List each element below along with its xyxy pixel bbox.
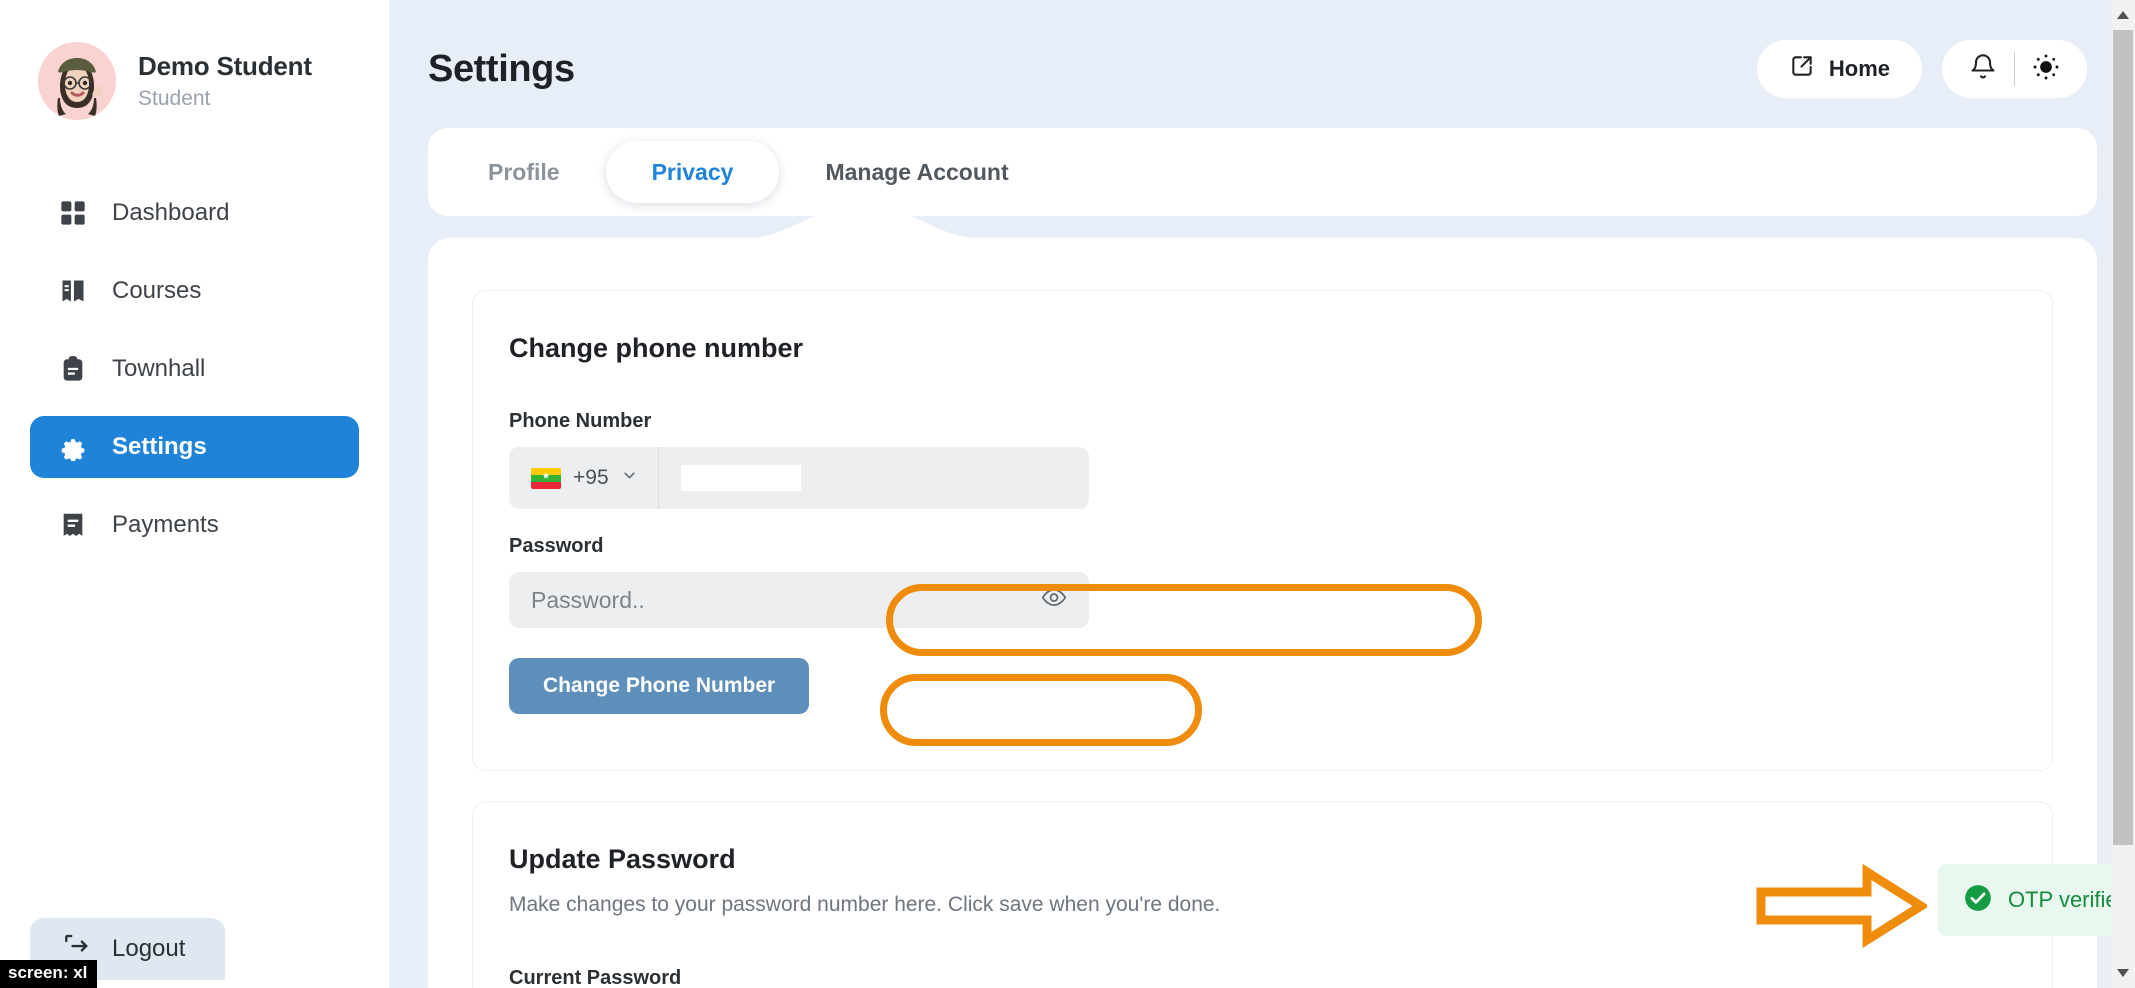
topbar: Settings Home (390, 0, 2135, 108)
country-code-value: +95 (573, 466, 609, 489)
app-root: Demo Student Student Dashboard Courses T… (0, 0, 2135, 988)
sidebar-item-settings[interactable]: Settings (30, 416, 359, 478)
password-field-wrap: Password.. (509, 572, 1089, 628)
sidebar-profile[interactable]: Demo Student Student (0, 0, 389, 120)
book-icon (58, 276, 88, 306)
sidebar-item-payments[interactable]: Payments (30, 494, 359, 556)
phone-number-input[interactable] (680, 465, 801, 491)
external-link-icon (1789, 53, 1815, 85)
profile-text: Demo Student Student (138, 51, 312, 111)
current-password-label: Current Password (509, 967, 682, 988)
sidebar-item-label: Payments (112, 511, 219, 538)
phone-number-field[interactable]: +95 (509, 447, 1089, 509)
vertical-scrollbar[interactable] (2111, 0, 2135, 988)
country-code-selector[interactable]: +95 (509, 447, 658, 509)
check-circle-icon (1964, 884, 1992, 917)
sidebar-item-label: Courses (112, 277, 202, 304)
scroll-down-arrow-icon[interactable] (2111, 960, 2135, 986)
phone-field-divider (657, 447, 659, 509)
change-phone-number-button[interactable]: Change Phone Number (509, 658, 810, 714)
memoji-avatar-icon (38, 42, 116, 120)
top-actions: Home (1756, 40, 2087, 98)
tab-profile[interactable]: Profile (442, 141, 606, 203)
avatar (38, 42, 116, 120)
theme-toggle-button[interactable] (2015, 40, 2077, 98)
myanmar-flag-icon (531, 467, 561, 489)
update-password-panel: Update Password Make changes to your pas… (472, 801, 2053, 988)
gear-icon (58, 432, 88, 462)
settings-tabs: Profile Privacy Manage Account (428, 128, 2097, 216)
profile-name: Demo Student (138, 51, 312, 81)
eye-icon[interactable] (1041, 585, 1067, 616)
toast-notification: OTP verified successfully (1938, 864, 2135, 936)
clipboard-icon (58, 354, 88, 384)
page-title: Settings (428, 47, 575, 90)
logout-label: Logout (112, 935, 186, 962)
sun-icon (2032, 53, 2060, 86)
receipt-icon (58, 510, 88, 540)
scroll-up-arrow-icon[interactable] (2111, 2, 2135, 28)
change-phone-panel: Change phone number Phone Number +95 Pas… (472, 290, 2053, 771)
grid-icon (58, 198, 88, 228)
chevron-down-icon (621, 467, 638, 489)
sidebar-item-label: Dashboard (112, 199, 230, 226)
header-icon-group (1942, 40, 2087, 98)
sidebar-item-townhall[interactable]: Townhall (30, 338, 359, 400)
sidebar-item-courses[interactable]: Courses (30, 260, 359, 322)
password-label: Password (509, 535, 604, 557)
privacy-panel: Change phone number Phone Number +95 Pas… (428, 208, 2097, 988)
sidebar: Demo Student Student Dashboard Courses T… (0, 0, 390, 988)
sidebar-item-label: Settings (112, 433, 207, 460)
home-button-label: Home (1828, 56, 1890, 81)
tab-privacy[interactable]: Privacy (605, 141, 780, 203)
home-button[interactable]: Home (1756, 40, 1922, 98)
update-password-title: Update Password (509, 844, 736, 874)
sidebar-item-dashboard[interactable]: Dashboard (30, 182, 359, 244)
profile-role: Student (138, 87, 211, 110)
notifications-button[interactable] (1952, 40, 2014, 98)
scrollbar-thumb[interactable] (2113, 30, 2133, 845)
main-content: Settings Home Profile Privacy Manage Acc… (390, 0, 2135, 988)
password-input[interactable]: Password.. (509, 572, 1089, 628)
sidebar-item-label: Townhall (112, 355, 206, 382)
change-phone-title: Change phone number (509, 333, 804, 363)
tab-manage-account[interactable]: Manage Account (779, 141, 1054, 203)
screen-size-badge: screen: xl (0, 960, 98, 988)
bell-icon (1969, 53, 1997, 86)
update-password-subtitle: Make changes to your password number her… (509, 893, 1221, 916)
phone-number-label: Phone Number (509, 410, 652, 432)
sidebar-nav: Dashboard Courses Townhall Settings Paym… (0, 182, 389, 556)
